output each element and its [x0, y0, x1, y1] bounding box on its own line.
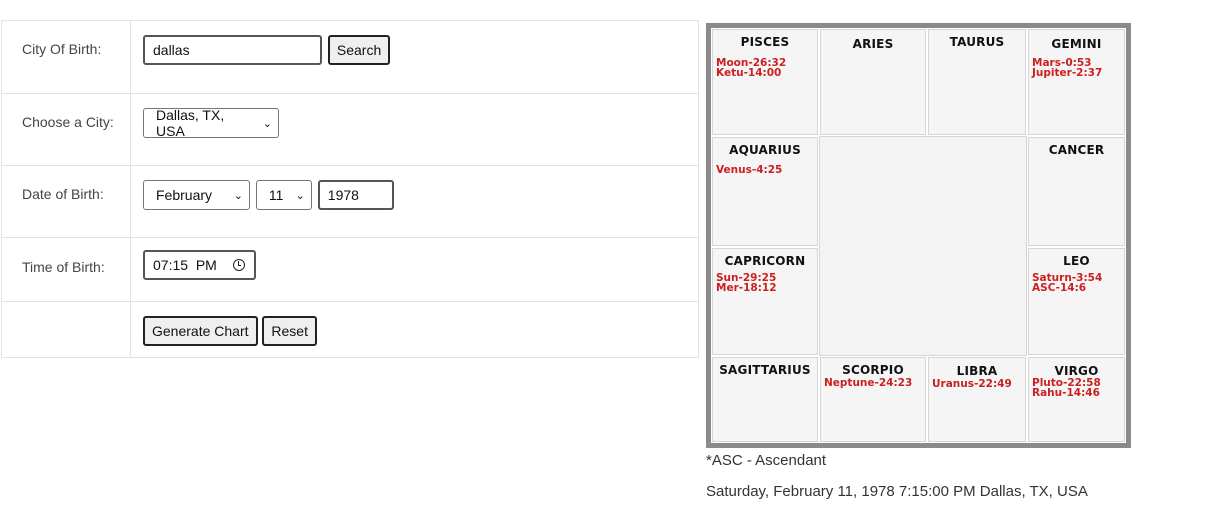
month-select[interactable]: February ⌄: [143, 180, 250, 210]
sign-label: TAURUS: [949, 35, 1005, 49]
house-leo: LEO Saturn-3:54 ASC-14:6: [1027, 247, 1126, 356]
chevron-down-icon: ⌄: [233, 189, 243, 202]
sign-label: SCORPIO: [842, 363, 904, 377]
ascendant-legend: *ASC - Ascendant: [706, 452, 827, 469]
planet-position: Jupiter-2:37: [1032, 67, 1103, 79]
sign-label: CAPRICORN: [724, 254, 806, 268]
house-gemini: GEMINI Mars-0:53 Jupiter-2:37: [1027, 28, 1126, 136]
astrology-chart: PISCES Moon-26:32 Ketu-14:00 ARIES TAURU…: [706, 23, 1131, 448]
chevron-down-icon: ⌄: [262, 117, 272, 130]
house-aquarius: AQUARIUS Venus-4:25: [711, 136, 819, 247]
clock-icon[interactable]: [232, 259, 245, 271]
house-pisces: PISCES Moon-26:32 Ketu-14:00: [711, 28, 819, 136]
chart-center: [819, 136, 1027, 356]
time-input-value: 07:15 PM: [153, 257, 217, 273]
sign-label: LIBRA: [956, 364, 998, 378]
generate-chart-button[interactable]: Generate Chart: [143, 316, 258, 346]
city-select[interactable]: Dallas, TX, USA ⌄: [143, 107, 279, 139]
sign-label: AQUARIUS: [729, 143, 801, 157]
planet-position: Uranus-22:49: [932, 378, 1012, 390]
house-libra: LIBRA Uranus-22:49: [927, 356, 1027, 443]
reset-button[interactable]: Reset: [262, 316, 317, 346]
planet-position: Mer-18:12: [716, 282, 777, 294]
birth-summary: Saturday, February 11, 1978 7:15:00 PM D…: [706, 483, 1088, 500]
sign-label: ARIES: [852, 37, 894, 51]
sign-label: GEMINI: [1051, 37, 1102, 51]
planet-position: Neptune-24:23: [824, 377, 913, 389]
house-virgo: VIRGO Pluto-22:58 Rahu-14:46: [1027, 356, 1126, 443]
search-button[interactable]: Search: [327, 35, 391, 65]
house-cancer: CANCER: [1027, 136, 1126, 247]
chart-notes: *ASC - Ascendant Saturday, February 11, …: [706, 452, 1088, 500]
year-input[interactable]: 1978: [317, 180, 394, 210]
planet-position: Ketu-14:00: [716, 67, 782, 79]
day-select[interactable]: 11 ⌄: [255, 180, 312, 210]
sign-label: PISCES: [740, 35, 790, 49]
house-sagittarius: SAGITTARIUS: [711, 356, 819, 443]
sign-label: LEO: [1063, 254, 1090, 268]
sign-label: VIRGO: [1054, 364, 1099, 378]
house-capricorn: CAPRICORN Sun-29:25 Mer-18:12: [711, 247, 819, 356]
planet-position: ASC-14:6: [1032, 282, 1087, 294]
date-of-birth-label: Date of Birth:: [22, 186, 104, 202]
month-select-value: February: [156, 187, 213, 203]
house-scorpio: SCORPIO Neptune-24:23: [819, 356, 927, 443]
day-select-value: 11: [268, 187, 284, 203]
sign-label: CANCER: [1048, 143, 1105, 157]
sign-label: SAGITTARIUS: [719, 363, 811, 377]
house-aries: ARIES: [819, 28, 927, 136]
planet-position: Venus-4:25: [716, 164, 783, 176]
city-search-input[interactable]: dallas: [143, 35, 322, 65]
city-of-birth-label: City Of Birth:: [22, 41, 102, 57]
city-select-value: Dallas, TX, USA: [156, 107, 225, 139]
chevron-down-icon: ⌄: [295, 189, 305, 202]
time-of-birth-label: Time of Birth:: [22, 259, 105, 275]
planet-position: Rahu-14:46: [1032, 387, 1100, 399]
time-input[interactable]: 07:15 PM: [143, 250, 256, 280]
choose-city-label: Choose a City:: [22, 114, 114, 130]
house-taurus: TAURUS: [927, 28, 1027, 136]
birth-details-form: City Of Birth: dallas Search Choose a Ci…: [1, 20, 699, 358]
